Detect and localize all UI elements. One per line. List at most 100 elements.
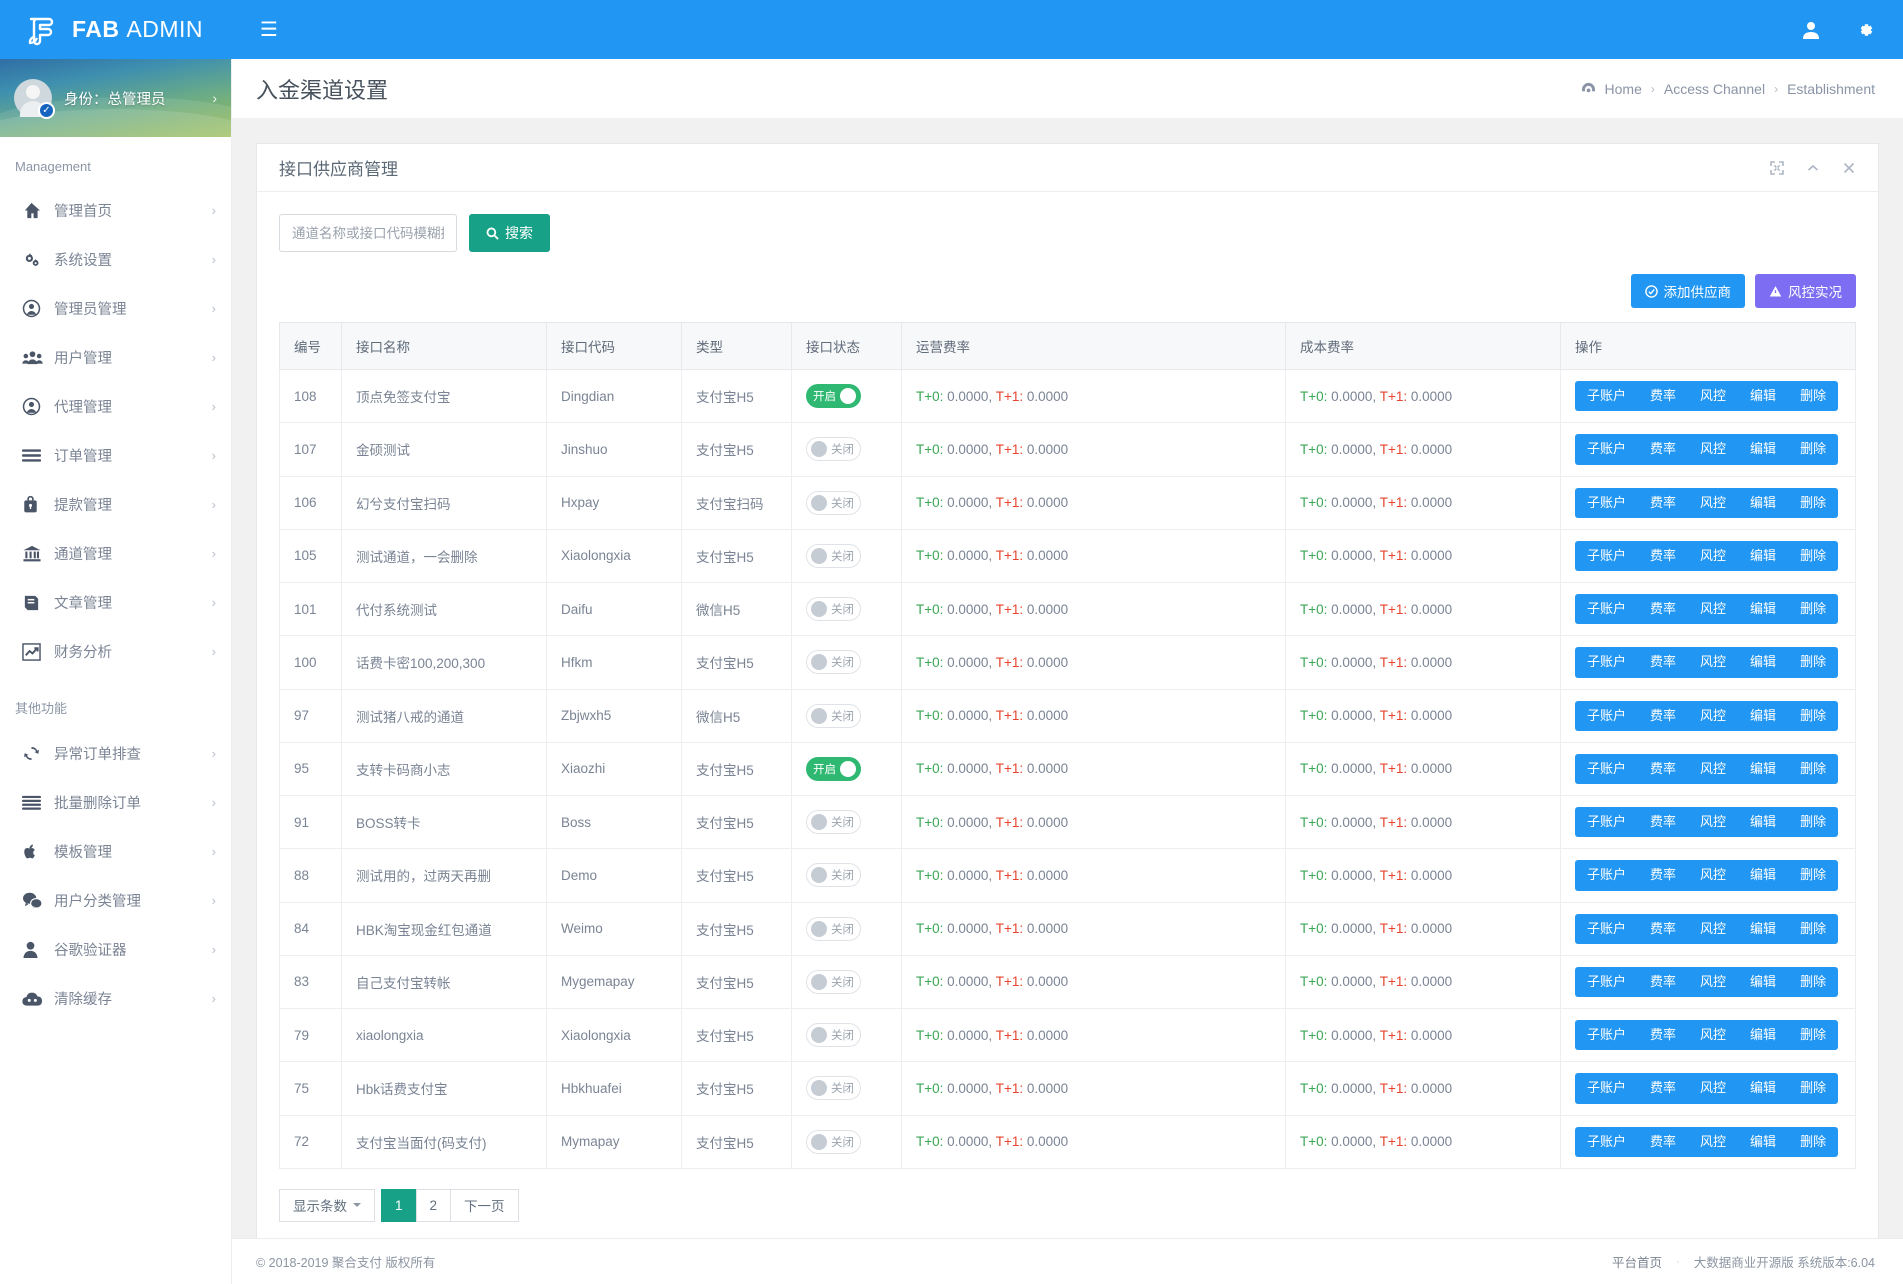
delete-button[interactable]: 删除 <box>1788 860 1838 890</box>
rate-button[interactable]: 费率 <box>1638 647 1688 677</box>
status-toggle[interactable]: 关闭 <box>806 970 861 994</box>
sidebar-item-order-management[interactable]: 订单管理 › <box>0 431 231 480</box>
edit-button[interactable]: 编辑 <box>1738 1073 1788 1103</box>
delete-button[interactable]: 删除 <box>1788 1020 1838 1050</box>
risk-control-button[interactable]: 风控 <box>1688 914 1738 944</box>
breadcrumb-access-channel[interactable]: Access Channel <box>1664 81 1765 97</box>
sub-account-button[interactable]: 子账户 <box>1575 967 1638 997</box>
status-toggle[interactable]: 关闭 <box>806 597 861 621</box>
risk-control-button[interactable]: 风控 <box>1688 488 1738 518</box>
sub-account-button[interactable]: 子账户 <box>1575 434 1638 464</box>
sub-account-button[interactable]: 子账户 <box>1575 594 1638 624</box>
status-toggle[interactable]: 关闭 <box>806 1130 861 1154</box>
gear-icon[interactable] <box>1855 20 1875 40</box>
rate-button[interactable]: 费率 <box>1638 967 1688 997</box>
sidebar-item-google-authenticator[interactable]: 谷歌验证器 › <box>0 925 231 974</box>
delete-button[interactable]: 删除 <box>1788 1127 1838 1157</box>
rate-button[interactable]: 费率 <box>1638 701 1688 731</box>
edit-button[interactable]: 编辑 <box>1738 381 1788 411</box>
delete-button[interactable]: 删除 <box>1788 647 1838 677</box>
edit-button[interactable]: 编辑 <box>1738 754 1788 784</box>
risk-control-button[interactable]: 风控 <box>1688 1020 1738 1050</box>
sub-account-button[interactable]: 子账户 <box>1575 488 1638 518</box>
sub-account-button[interactable]: 子账户 <box>1575 914 1638 944</box>
sidebar-item-template-management[interactable]: 模板管理 › <box>0 827 231 876</box>
rate-button[interactable]: 费率 <box>1638 754 1688 784</box>
delete-button[interactable]: 删除 <box>1788 541 1838 571</box>
rate-button[interactable]: 费率 <box>1638 1127 1688 1157</box>
status-toggle[interactable]: 关闭 <box>806 917 861 941</box>
brand-logo-area[interactable]: FAB ADMIN <box>0 0 232 59</box>
status-toggle[interactable]: 关闭 <box>806 650 861 674</box>
sub-account-button[interactable]: 子账户 <box>1575 807 1638 837</box>
delete-button[interactable]: 删除 <box>1788 381 1838 411</box>
risk-control-button[interactable]: 风控 <box>1688 381 1738 411</box>
search-input[interactable] <box>279 214 457 252</box>
risk-control-button[interactable]: 风控 <box>1688 807 1738 837</box>
sidebar-item-channel-management[interactable]: 通道管理 › <box>0 529 231 578</box>
risk-control-button[interactable]: 风控 <box>1688 434 1738 464</box>
risk-control-button[interactable]: 风控 <box>1688 647 1738 677</box>
footer-home-link[interactable]: 平台首页 <box>1612 1252 1662 1271</box>
status-toggle[interactable]: 关闭 <box>806 1023 861 1047</box>
sub-account-button[interactable]: 子账户 <box>1575 1127 1638 1157</box>
delete-button[interactable]: 删除 <box>1788 1073 1838 1103</box>
rate-button[interactable]: 费率 <box>1638 860 1688 890</box>
rate-button[interactable]: 费率 <box>1638 488 1688 518</box>
rate-button[interactable]: 费率 <box>1638 541 1688 571</box>
sub-account-button[interactable]: 子账户 <box>1575 1073 1638 1103</box>
rate-button[interactable]: 费率 <box>1638 594 1688 624</box>
risk-control-button[interactable]: 风控 <box>1688 967 1738 997</box>
risk-control-button[interactable]: 风控 <box>1688 1073 1738 1103</box>
sub-account-button[interactable]: 子账户 <box>1575 381 1638 411</box>
sub-account-button[interactable]: 子账户 <box>1575 701 1638 731</box>
edit-button[interactable]: 编辑 <box>1738 914 1788 944</box>
delete-button[interactable]: 删除 <box>1788 701 1838 731</box>
sidebar-item-dashboard[interactable]: 管理首页 › <box>0 186 231 235</box>
edit-button[interactable]: 编辑 <box>1738 488 1788 518</box>
expand-icon[interactable] <box>1770 161 1784 175</box>
status-toggle[interactable]: 关闭 <box>806 1076 861 1100</box>
page-1-button[interactable]: 1 <box>381 1189 417 1222</box>
edit-button[interactable]: 编辑 <box>1738 594 1788 624</box>
delete-button[interactable]: 删除 <box>1788 807 1838 837</box>
hamburger-icon[interactable]: ☰ <box>252 16 286 44</box>
rate-button[interactable]: 费率 <box>1638 807 1688 837</box>
add-provider-button[interactable]: 添加供应商 <box>1631 274 1746 308</box>
delete-button[interactable]: 删除 <box>1788 594 1838 624</box>
search-button[interactable]: 搜索 <box>469 214 550 252</box>
sidebar-item-agent-management[interactable]: 代理管理 › <box>0 382 231 431</box>
rate-button[interactable]: 费率 <box>1638 914 1688 944</box>
status-toggle[interactable]: 开启 <box>806 384 861 408</box>
delete-button[interactable]: 删除 <box>1788 754 1838 784</box>
status-toggle[interactable]: 关闭 <box>806 704 861 728</box>
edit-button[interactable]: 编辑 <box>1738 1127 1788 1157</box>
edit-button[interactable]: 编辑 <box>1738 647 1788 677</box>
risk-control-button[interactable]: 风控 <box>1688 541 1738 571</box>
rate-button[interactable]: 费率 <box>1638 381 1688 411</box>
status-toggle[interactable]: 开启 <box>806 757 861 781</box>
edit-button[interactable]: 编辑 <box>1738 860 1788 890</box>
risk-control-button[interactable]: 风控 <box>1688 754 1738 784</box>
sidebar-item-article-management[interactable]: 文章管理 › <box>0 578 231 627</box>
status-toggle[interactable]: 关闭 <box>806 437 861 461</box>
edit-button[interactable]: 编辑 <box>1738 1020 1788 1050</box>
close-icon[interactable] <box>1842 161 1856 175</box>
sidebar-user-panel[interactable]: ✓ 身份：总管理员 › <box>0 59 231 137</box>
page-2-button[interactable]: 2 <box>416 1189 452 1222</box>
sub-account-button[interactable]: 子账户 <box>1575 754 1638 784</box>
sidebar-item-withdraw-management[interactable]: 提款管理 › <box>0 480 231 529</box>
next-page-button[interactable]: 下一页 <box>450 1189 519 1222</box>
status-toggle[interactable]: 关闭 <box>806 810 861 834</box>
sub-account-button[interactable]: 子账户 <box>1575 541 1638 571</box>
chevron-up-icon[interactable] <box>1806 161 1820 175</box>
sidebar-item-user-management[interactable]: 用户管理 › <box>0 333 231 382</box>
edit-button[interactable]: 编辑 <box>1738 434 1788 464</box>
status-toggle[interactable]: 关闭 <box>806 863 861 887</box>
sidebar-item-finance-analysis[interactable]: 财务分析 › <box>0 627 231 676</box>
sidebar-item-batch-delete-orders[interactable]: 批量删除订单 › <box>0 778 231 827</box>
edit-button[interactable]: 编辑 <box>1738 541 1788 571</box>
risk-control-button[interactable]: 风控 <box>1688 1127 1738 1157</box>
delete-button[interactable]: 删除 <box>1788 967 1838 997</box>
breadcrumb-home[interactable]: Home <box>1605 81 1642 97</box>
